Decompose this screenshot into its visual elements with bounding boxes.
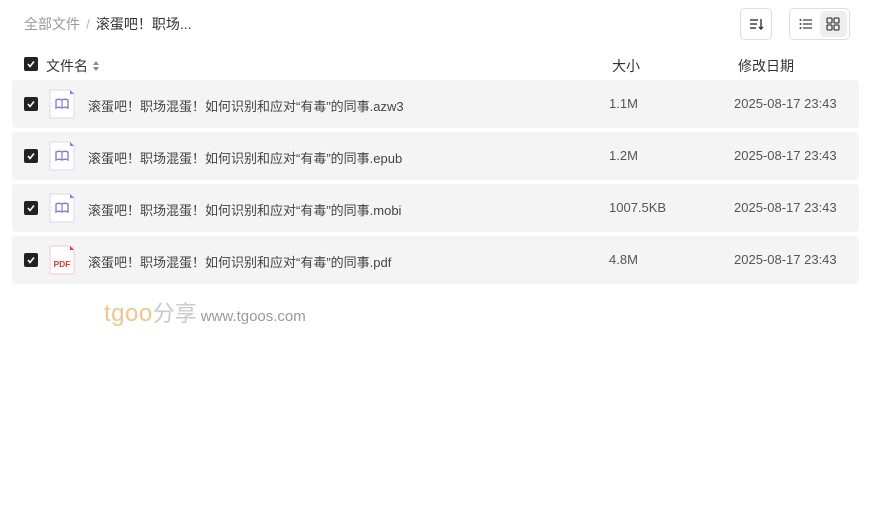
breadcrumb-separator: / (86, 16, 90, 32)
file-row[interactable]: PDF 滚蛋吧！职场混蛋！如何识别和应对“有毒”的同事.pdf 4.8M 202… (12, 236, 859, 284)
checkmark-icon (27, 61, 35, 68)
file-name[interactable]: 滚蛋吧！职场混蛋！如何识别和应对“有毒”的同事.epub (88, 148, 402, 167)
breadcrumb: 全部文件 / 滚蛋吧！职场... (24, 14, 192, 34)
file-row[interactable]: 滚蛋吧！职场混蛋！如何识别和应对“有毒”的同事.mobi 1007.5KB 20… (12, 184, 859, 232)
column-header-name[interactable]: 文件名 (46, 56, 100, 76)
checkmark-icon (27, 101, 35, 108)
pdf-icon-label: PDF (54, 259, 71, 269)
row-checkbox[interactable] (24, 97, 38, 111)
sort-icon (750, 19, 764, 30)
file-name[interactable]: 滚蛋吧！职场混蛋！如何识别和应对“有毒”的同事.pdf (88, 252, 391, 271)
file-size: 1007.5KB (609, 200, 667, 215)
file-date: 2025-08-17 23:43 (734, 96, 837, 111)
file-date: 2025-08-17 23:43 (734, 148, 837, 163)
select-all-checkbox[interactable] (24, 57, 38, 71)
file-size: 1.1M (609, 96, 638, 111)
list-view-icon (799, 19, 812, 29)
view-toggle-group (789, 8, 850, 40)
file-size: 4.8M (609, 252, 638, 267)
watermark-cn: 分享 (152, 301, 197, 326)
grid-view-icon (826, 17, 840, 31)
file-date: 2025-08-17 23:43 (734, 200, 837, 215)
column-header-date[interactable]: 修改日期 (738, 56, 794, 76)
watermark-brand: tgoo (104, 300, 153, 327)
sort-button[interactable] (740, 8, 772, 40)
file-list-header: 文件名 大小 修改日期 (12, 50, 859, 78)
file-row[interactable]: 滚蛋吧！职场混蛋！如何识别和应对“有毒”的同事.epub 1.2M 2025-0… (12, 132, 859, 180)
row-checkbox[interactable] (24, 149, 38, 163)
column-header-size[interactable]: 大小 (612, 56, 640, 76)
watermark: tgoo 分享 www.tgoos.com (104, 296, 306, 328)
file-row[interactable]: 滚蛋吧！职场混蛋！如何识别和应对“有毒”的同事.azw3 1.1M 2025-0… (12, 80, 859, 128)
ebook-icon (49, 193, 75, 223)
checkmark-icon (27, 205, 35, 212)
checkmark-icon (27, 257, 35, 264)
grid-view-button[interactable] (819, 11, 847, 37)
row-checkbox[interactable] (24, 201, 38, 215)
list-view-button[interactable] (792, 11, 820, 37)
pdf-icon: PDF (49, 245, 75, 275)
file-list: 滚蛋吧！职场混蛋！如何识别和应对“有毒”的同事.azw3 1.1M 2025-0… (12, 80, 859, 288)
ebook-icon (49, 89, 75, 119)
checkmark-icon (27, 153, 35, 160)
sort-arrows-icon (93, 61, 99, 71)
ebook-icon (49, 141, 75, 171)
breadcrumb-current: 滚蛋吧！职场... (95, 16, 192, 32)
watermark-url: www.tgoos.com (200, 308, 306, 325)
column-name-label: 文件名 (46, 58, 88, 74)
row-checkbox[interactable] (24, 253, 38, 267)
file-name[interactable]: 滚蛋吧！职场混蛋！如何识别和应对“有毒”的同事.mobi (88, 200, 401, 219)
file-size: 1.2M (609, 148, 638, 163)
file-date: 2025-08-17 23:43 (734, 252, 837, 267)
breadcrumb-root-link[interactable]: 全部文件 (24, 14, 80, 34)
file-name[interactable]: 滚蛋吧！职场混蛋！如何识别和应对“有毒”的同事.azw3 (88, 96, 404, 115)
